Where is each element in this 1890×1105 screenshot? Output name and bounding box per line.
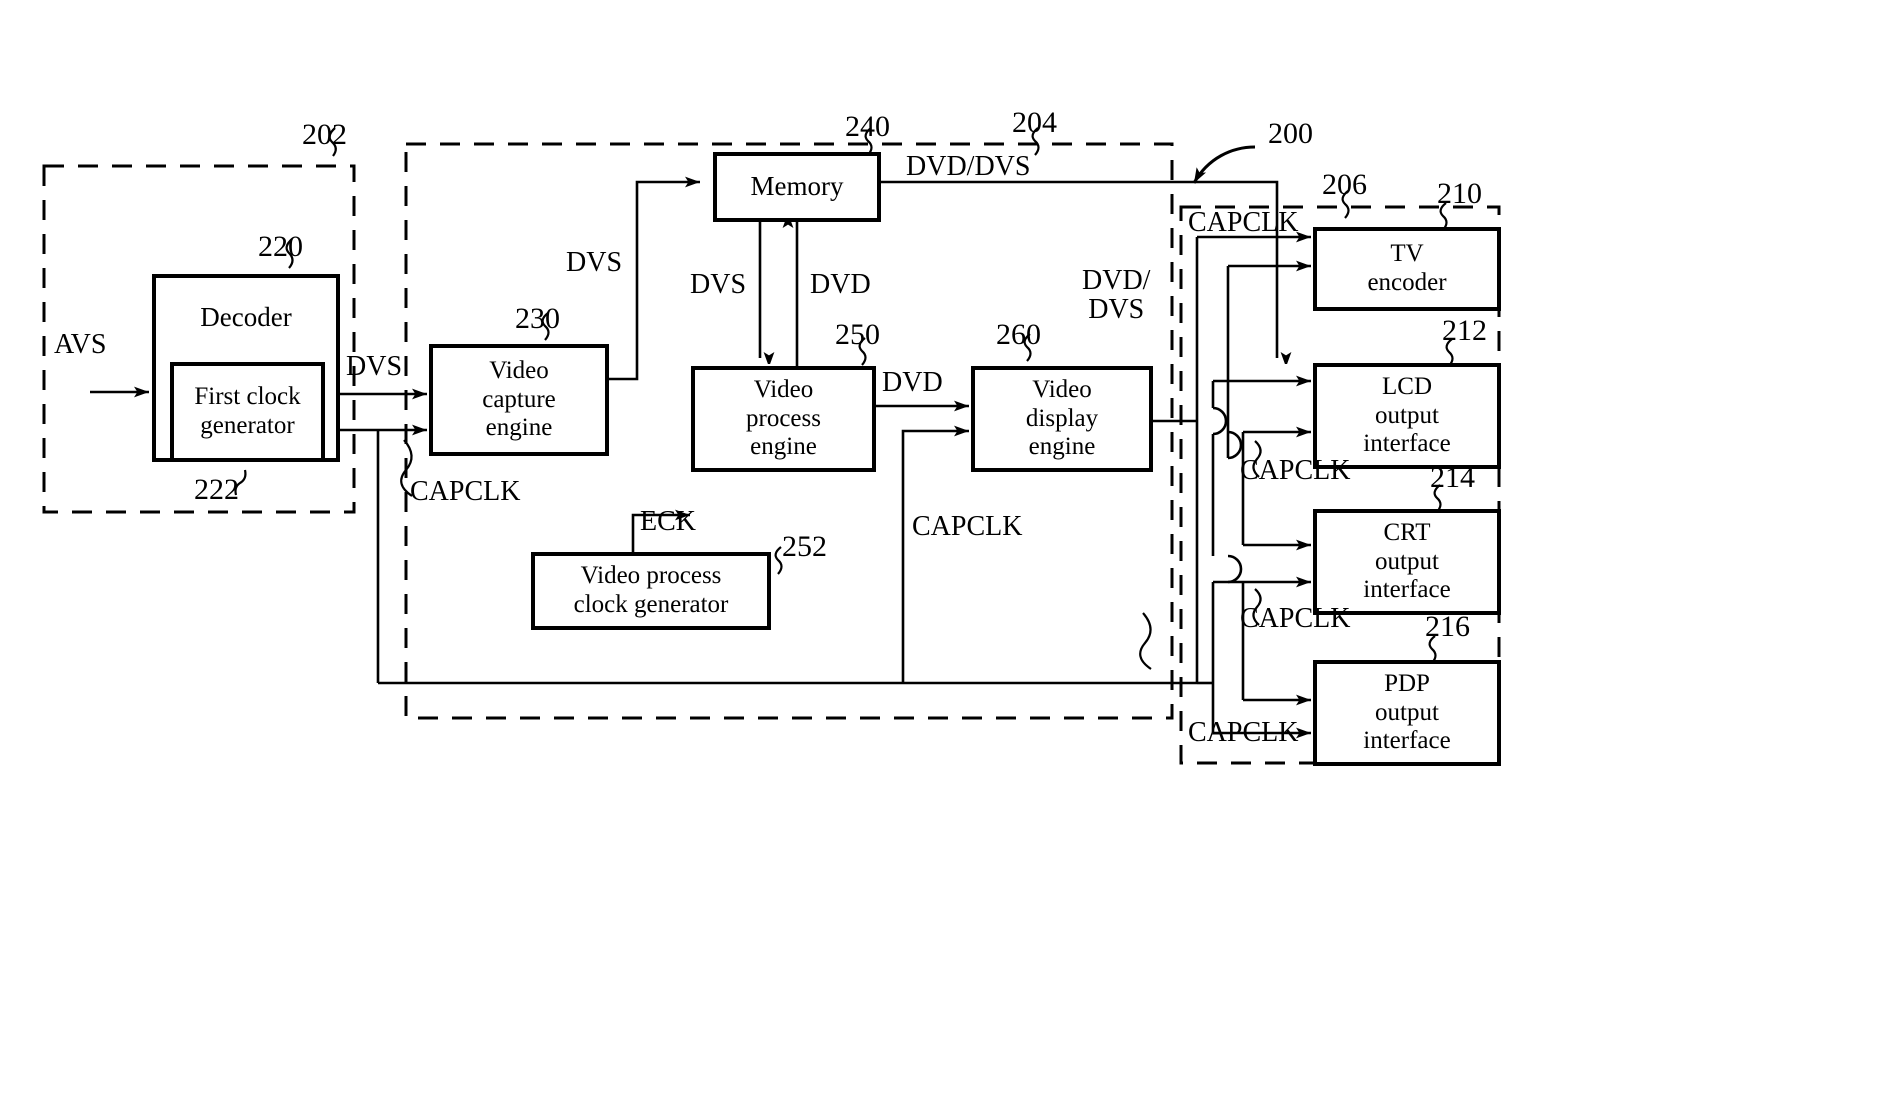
first-clock-line1: First clock bbox=[194, 383, 301, 411]
block-memory[interactable]: Memory bbox=[713, 152, 881, 222]
label-dvd-dvs-memory-out: DVD/DVS bbox=[906, 151, 1031, 182]
block-video-capture-engine[interactable]: Video capture engine bbox=[429, 344, 609, 456]
label-dvd-process-to-memory: DVD bbox=[810, 269, 871, 300]
lcd-line1: LCD bbox=[1382, 372, 1432, 400]
first-clock-line2: generator bbox=[200, 412, 295, 439]
video-capture-line2: capture bbox=[482, 385, 556, 413]
block-first-clock-generator[interactable]: First clock generator bbox=[170, 362, 325, 462]
video-process-line1: Video bbox=[753, 375, 814, 403]
block-pdp-output-interface[interactable]: PDP output interface bbox=[1313, 660, 1501, 766]
crt-line1: CRT bbox=[1383, 518, 1431, 546]
leader-252 bbox=[774, 546, 783, 575]
block-video-process-engine[interactable]: Video process engine bbox=[691, 366, 876, 472]
ref-202: 202 bbox=[302, 118, 347, 151]
vp-clock-line2: clock generator bbox=[573, 591, 729, 618]
video-process-line2: process bbox=[746, 404, 821, 432]
block-tv-encoder[interactable]: TV encoder bbox=[1313, 227, 1501, 311]
ref-230: 230 bbox=[515, 302, 560, 335]
ref-212: 212 bbox=[1442, 314, 1487, 347]
ref-222: 222 bbox=[194, 473, 239, 506]
label-capclk-display: CAPCLK bbox=[912, 511, 1023, 542]
label-dvs-capture-to-memory: DVS bbox=[566, 247, 623, 278]
video-capture-line1: Video bbox=[489, 356, 549, 384]
ref-240: 240 bbox=[845, 110, 890, 143]
pdp-line2: output bbox=[1375, 698, 1439, 726]
ref-204: 204 bbox=[1012, 106, 1057, 139]
ref-200: 200 bbox=[1268, 117, 1313, 150]
video-process-line3: engine bbox=[750, 433, 817, 461]
decoder-label: Decoder bbox=[200, 302, 292, 332]
lcd-line2: output bbox=[1375, 401, 1439, 429]
video-display-line2: display bbox=[1025, 404, 1099, 432]
crt-line3: interface bbox=[1363, 576, 1451, 604]
pdp-line3: interface bbox=[1363, 727, 1451, 755]
label-avs: AVS bbox=[54, 329, 107, 360]
label-dvd-process-out: DVD bbox=[882, 367, 943, 398]
ref-250: 250 bbox=[835, 318, 880, 351]
label-capclk-capture: CAPCLK bbox=[410, 476, 521, 507]
block-video-display-engine[interactable]: Video display engine bbox=[971, 366, 1153, 472]
ref-252: 252 bbox=[782, 530, 827, 563]
ref-216: 216 bbox=[1425, 610, 1470, 643]
patent-figure-canvas: Decoder First clock generator Video capt… bbox=[0, 0, 1890, 1105]
tv-encoder-line1: TV bbox=[1390, 240, 1424, 268]
wire-capclk-to-display bbox=[901, 425, 969, 683]
pdp-line1: PDP bbox=[1384, 669, 1430, 697]
wire-hop-3 bbox=[1227, 554, 1243, 584]
ref-210: 210 bbox=[1437, 177, 1482, 210]
wire-hop-1 bbox=[1212, 406, 1228, 436]
block-crt-output-interface[interactable]: CRT output interface bbox=[1313, 509, 1501, 615]
ref-214: 214 bbox=[1430, 461, 1475, 494]
ref-260: 260 bbox=[996, 318, 1041, 351]
video-capture-line3: engine bbox=[485, 414, 553, 442]
label-capclk-tv: CAPCLK bbox=[1188, 207, 1299, 238]
ref-206: 206 bbox=[1322, 168, 1367, 201]
vp-clock-line1: Video process bbox=[580, 562, 722, 590]
tv-encoder-line2: encoder bbox=[1367, 269, 1447, 296]
crt-line2: output bbox=[1375, 547, 1439, 575]
lcd-line3: interface bbox=[1363, 430, 1451, 458]
leader-dvddvs-display bbox=[1139, 612, 1152, 670]
label-capclk-pdp: CAPCLK bbox=[1188, 717, 1299, 748]
wire-dvs-capture-to-memory bbox=[609, 176, 700, 381]
label-eck: ECK bbox=[640, 506, 696, 537]
memory-label: Memory bbox=[750, 171, 844, 202]
label-dvs-decoder-out: DVS bbox=[346, 351, 403, 382]
video-display-line3: engine bbox=[1028, 433, 1096, 461]
video-display-line1: Video bbox=[1032, 375, 1092, 403]
leader-200-arrow bbox=[1192, 145, 1256, 184]
label-capclk-crt: CAPCLK bbox=[1240, 603, 1351, 634]
label-dvs-memory-to-process: DVS bbox=[690, 269, 747, 300]
block-lcd-output-interface[interactable]: LCD output interface bbox=[1313, 363, 1501, 469]
label-dvd-dvs-display-in: DVD/ DVS bbox=[1082, 265, 1151, 326]
ref-220: 220 bbox=[258, 230, 303, 263]
label-capclk-lcd: CAPCLK bbox=[1240, 455, 1351, 486]
block-video-process-clock-generator[interactable]: Video process clock generator bbox=[531, 552, 771, 630]
